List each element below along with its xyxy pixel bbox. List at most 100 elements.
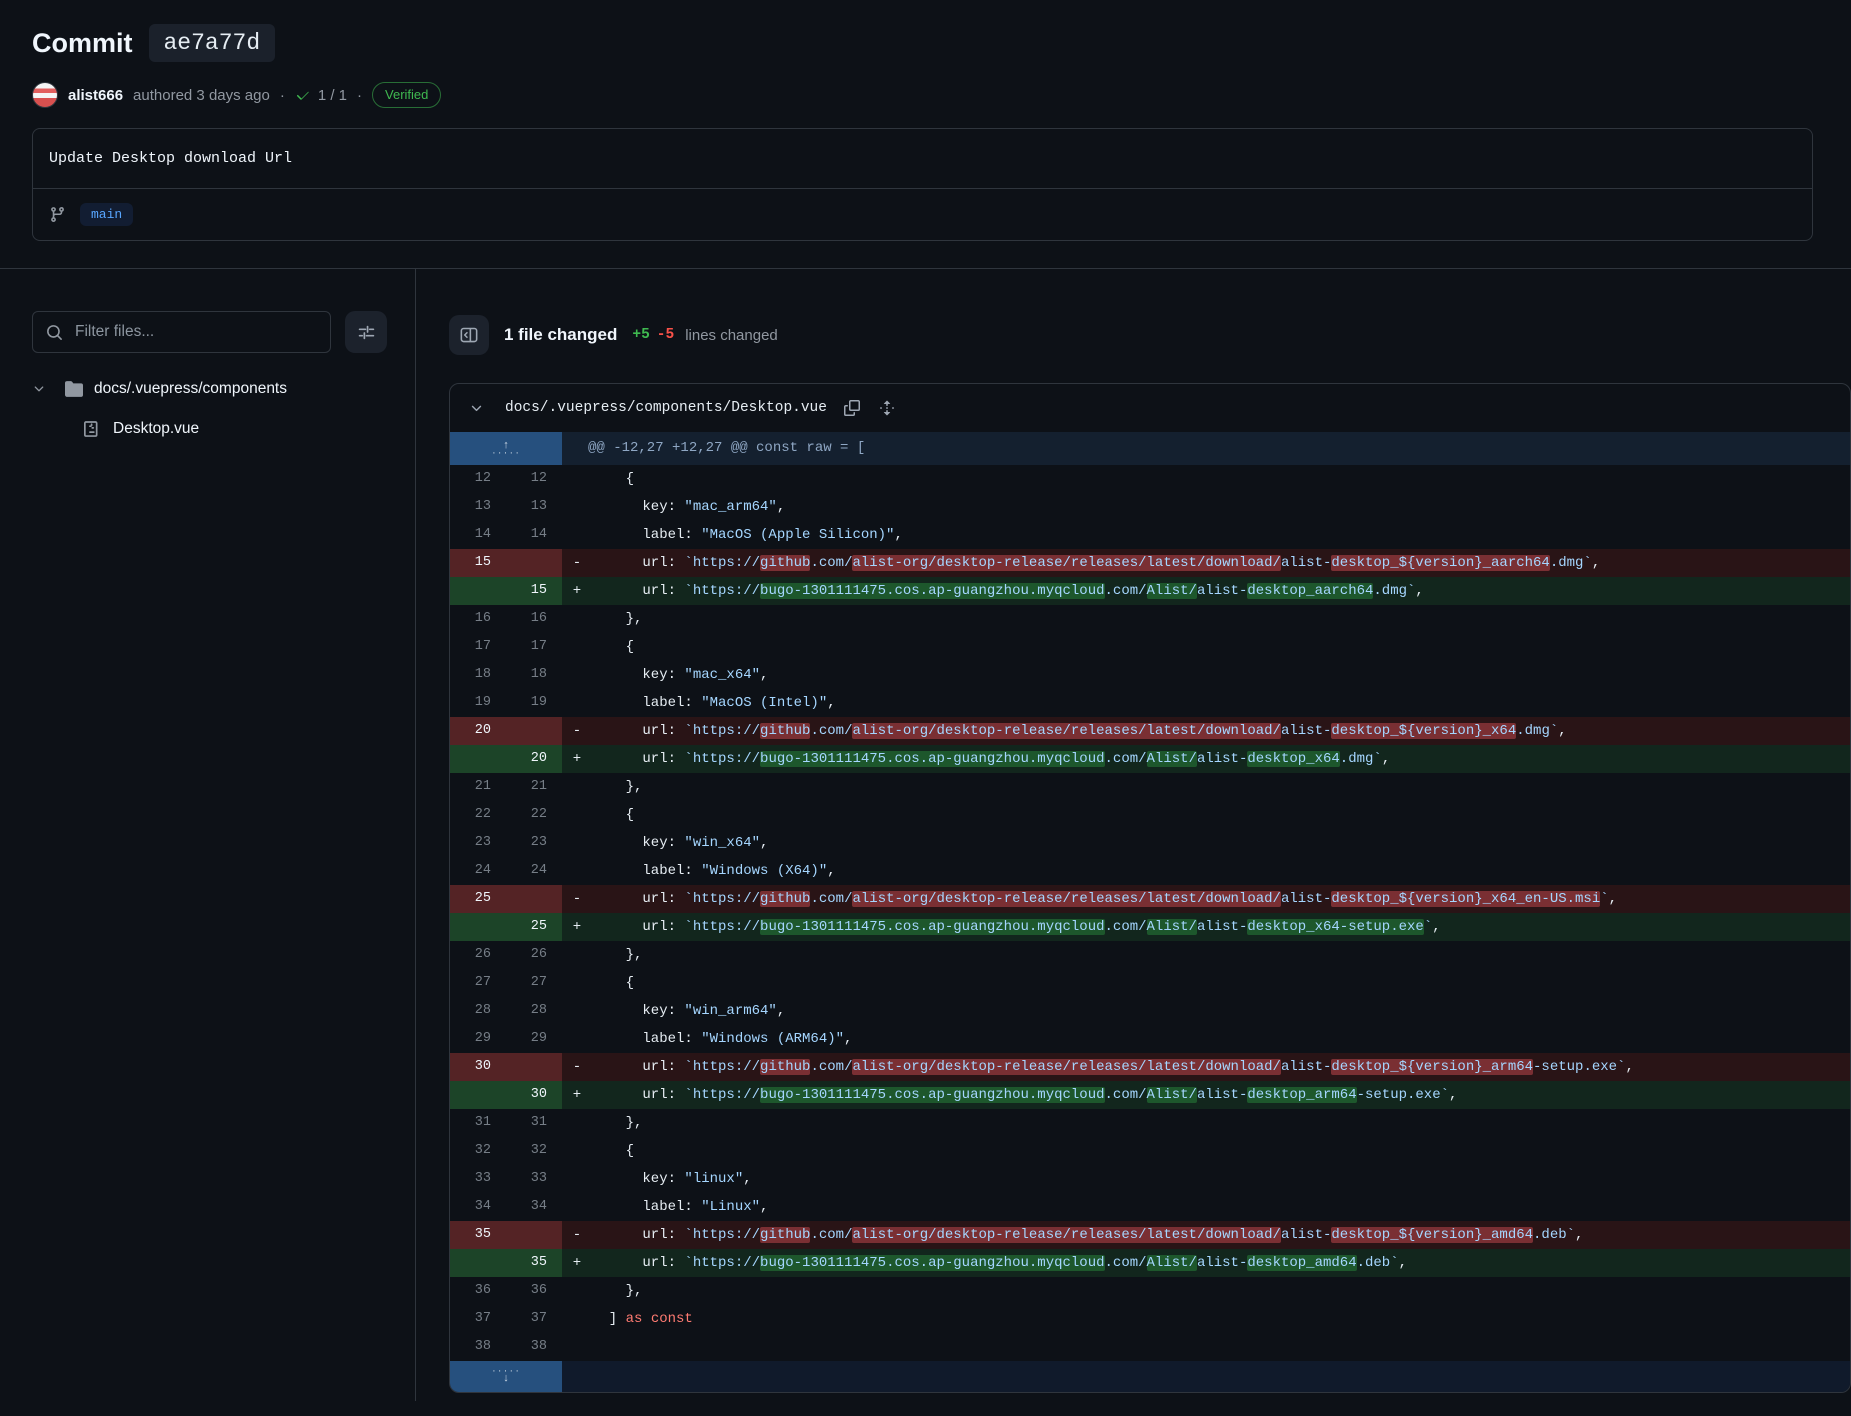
page-title: Commit: [32, 28, 133, 59]
filter-options-button[interactable]: [345, 311, 387, 353]
old-line-number[interactable]: 14: [450, 521, 506, 549]
old-line-number[interactable]: 25: [450, 885, 506, 913]
new-line-number[interactable]: 17: [506, 633, 562, 661]
old-line-number[interactable]: 34: [450, 1193, 506, 1221]
code-text: key: "win_x64",: [592, 829, 768, 857]
old-line-number[interactable]: 24: [450, 857, 506, 885]
new-line-number[interactable]: 28: [506, 997, 562, 1025]
avatar[interactable]: [32, 82, 58, 108]
new-line-number[interactable]: [506, 717, 562, 745]
title-row: Commit ae7a77d: [32, 24, 1819, 62]
old-line-number[interactable]: 13: [450, 493, 506, 521]
new-line-number[interactable]: 27: [506, 969, 562, 997]
old-line-number[interactable]: 21: [450, 773, 506, 801]
old-line-number[interactable]: 36: [450, 1277, 506, 1305]
code-line: {: [562, 1137, 1850, 1165]
new-line-number[interactable]: 15: [506, 577, 562, 605]
checks-status[interactable]: 1 / 1: [295, 87, 347, 104]
code-text: label: "Linux",: [592, 1193, 768, 1221]
old-line-number[interactable]: [450, 913, 506, 941]
old-line-number[interactable]: 17: [450, 633, 506, 661]
code-token: .com/: [810, 723, 852, 739]
expand-all-button[interactable]: [877, 398, 897, 418]
unfold-icon: [879, 400, 895, 416]
new-line-number[interactable]: 33: [506, 1165, 562, 1193]
code-line: + url: `https://bugo-1301111475.cos.ap-g…: [562, 577, 1850, 605]
diff-row: 2626 },: [450, 941, 1850, 969]
new-line-number[interactable]: 22: [506, 801, 562, 829]
diff-marker: [562, 661, 592, 689]
old-line-number[interactable]: 19: [450, 689, 506, 717]
commit-author[interactable]: alist666: [68, 87, 123, 104]
old-line-number[interactable]: 18: [450, 661, 506, 689]
new-line-number[interactable]: 38: [506, 1333, 562, 1361]
old-line-number[interactable]: [450, 745, 506, 773]
new-line-number[interactable]: [506, 1221, 562, 1249]
diff-row: 3131 },: [450, 1109, 1850, 1137]
old-line-number[interactable]: 33: [450, 1165, 506, 1193]
old-line-number[interactable]: 22: [450, 801, 506, 829]
copy-path-button[interactable]: [842, 398, 862, 418]
old-line-number[interactable]: 35: [450, 1221, 506, 1249]
old-line-number[interactable]: 23: [450, 829, 506, 857]
old-line-number[interactable]: 37: [450, 1305, 506, 1333]
new-line-number[interactable]: 34: [506, 1193, 562, 1221]
old-line-number[interactable]: 30: [450, 1053, 506, 1081]
old-line-number[interactable]: 28: [450, 997, 506, 1025]
new-line-number[interactable]: 30: [506, 1081, 562, 1109]
collapse-file-button[interactable]: [462, 394, 490, 422]
new-line-number[interactable]: [506, 1053, 562, 1081]
new-line-number[interactable]: 23: [506, 829, 562, 857]
new-line-number[interactable]: 16: [506, 605, 562, 633]
old-line-number[interactable]: 20: [450, 717, 506, 745]
old-line-number[interactable]: [450, 577, 506, 605]
code-token: ,: [760, 667, 768, 683]
new-line-number[interactable]: 13: [506, 493, 562, 521]
new-line-number[interactable]: 32: [506, 1137, 562, 1165]
old-line-number[interactable]: [450, 1249, 506, 1277]
old-line-number[interactable]: 29: [450, 1025, 506, 1053]
diff-marker: [562, 493, 592, 521]
expand-down-button[interactable]: ····· ↓: [450, 1361, 562, 1392]
old-line-number[interactable]: 27: [450, 969, 506, 997]
new-line-number[interactable]: [506, 549, 562, 577]
new-line-number[interactable]: 35: [506, 1249, 562, 1277]
file-path[interactable]: docs/.vuepress/components/Desktop.vue: [505, 400, 827, 416]
code-token: ]: [592, 1311, 626, 1327]
old-line-number[interactable]: 15: [450, 549, 506, 577]
new-line-number[interactable]: 29: [506, 1025, 562, 1053]
new-line-number[interactable]: 31: [506, 1109, 562, 1137]
verified-badge[interactable]: Verified: [372, 82, 441, 108]
old-line-number[interactable]: 12: [450, 465, 506, 493]
new-line-number[interactable]: 24: [506, 857, 562, 885]
new-line-number[interactable]: 21: [506, 773, 562, 801]
tree-folder-row[interactable]: docs/.vuepress/components: [32, 369, 387, 409]
old-line-number[interactable]: 32: [450, 1137, 506, 1165]
filter-files-input[interactable]: [73, 322, 317, 342]
new-line-number[interactable]: 25: [506, 913, 562, 941]
code-token: "linux": [684, 1171, 743, 1187]
code-token: .com/: [1105, 583, 1147, 599]
new-line-number[interactable]: 12: [506, 465, 562, 493]
old-line-number[interactable]: [450, 1081, 506, 1109]
expand-up-button[interactable]: ↑ ·····: [450, 432, 562, 465]
branch-badge[interactable]: main: [80, 203, 133, 226]
old-line-number[interactable]: 38: [450, 1333, 506, 1361]
new-line-number[interactable]: 26: [506, 941, 562, 969]
code-line: [562, 1333, 1850, 1361]
toggle-sidebar-button[interactable]: [449, 315, 489, 355]
new-line-number[interactable]: 20: [506, 745, 562, 773]
tree-file-row[interactable]: Desktop.vue: [32, 409, 387, 449]
new-line-number[interactable]: 19: [506, 689, 562, 717]
old-line-number[interactable]: 31: [450, 1109, 506, 1137]
diff-marker: [562, 1109, 592, 1137]
code-token: key:: [592, 1171, 684, 1187]
old-line-number[interactable]: 16: [450, 605, 506, 633]
new-line-number[interactable]: 37: [506, 1305, 562, 1333]
new-line-number[interactable]: 36: [506, 1277, 562, 1305]
old-line-number[interactable]: 26: [450, 941, 506, 969]
new-line-number[interactable]: 18: [506, 661, 562, 689]
diff-row: 2323 key: "win_x64",: [450, 829, 1850, 857]
new-line-number[interactable]: 14: [506, 521, 562, 549]
new-line-number[interactable]: [506, 885, 562, 913]
